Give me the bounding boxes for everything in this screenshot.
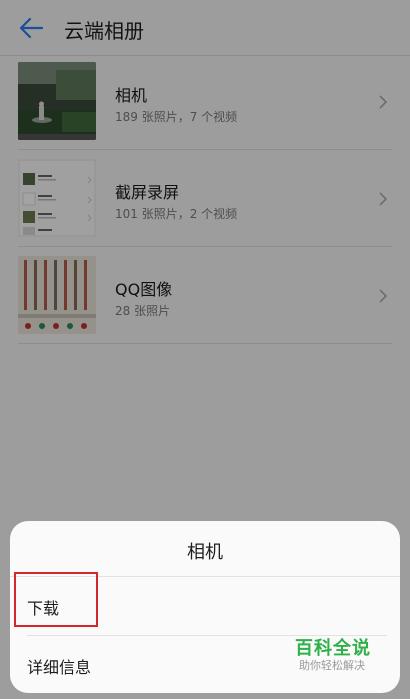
details-label: 详细信息 bbox=[27, 658, 92, 677]
watermark: 百科全说 助你轻松解决 bbox=[287, 634, 385, 674]
sheet-title: 相机 bbox=[187, 542, 223, 563]
watermark-subtitle: 助你轻松解决 bbox=[299, 659, 365, 672]
highlight-box bbox=[14, 572, 98, 627]
